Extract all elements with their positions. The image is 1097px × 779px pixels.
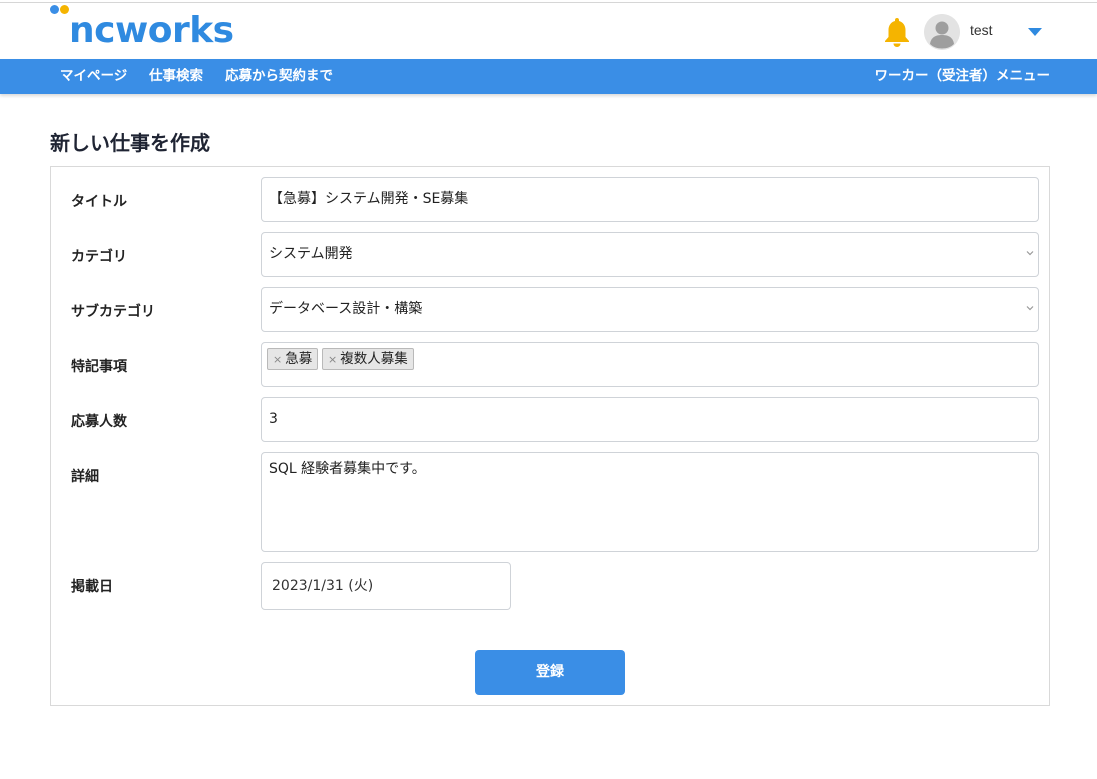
title-input[interactable]: 【急募】システム開発・SE募集	[261, 177, 1039, 222]
remove-tag-icon[interactable]: ×	[328, 353, 337, 366]
chevron-down-icon	[1026, 251, 1034, 256]
category-label: カテゴリ	[71, 249, 127, 265]
subcategory-select-value: データベース設計・構築	[269, 301, 423, 317]
publish-date-value: 2023/1/31 (火)	[272, 578, 374, 594]
navbar: マイページ 仕事検索 応募から契約まで ワーカー（受注者）メニュー	[0, 59, 1097, 94]
header: ncworks test	[0, 3, 1097, 59]
notes-label: 特記事項	[71, 359, 127, 375]
applicants-label: 応募人数	[71, 414, 127, 430]
user-name[interactable]: test	[970, 22, 993, 38]
tag-label: 複数人募集	[340, 351, 408, 367]
logo-text: ncworks	[69, 10, 234, 51]
logo-dot-yellow	[60, 5, 69, 14]
category-select[interactable]: システム開発	[261, 232, 1039, 277]
nav-item-mypage[interactable]: マイページ	[60, 59, 127, 94]
applicants-input-value: 3	[269, 411, 278, 427]
title-label: タイトル	[71, 194, 127, 210]
logo-dot-blue	[50, 5, 59, 14]
notes-tag-input[interactable]: × 急募 × 複数人募集	[261, 342, 1039, 387]
page-title: 新しい仕事を作成	[50, 131, 210, 155]
remove-tag-icon[interactable]: ×	[273, 353, 282, 366]
user-avatar-icon[interactable]	[924, 14, 960, 50]
detail-label: 詳細	[71, 469, 99, 485]
caret-down-icon[interactable]	[1028, 28, 1042, 36]
publish-date-input[interactable]: 2023/1/31 (火)	[261, 562, 511, 610]
title-input-value: 【急募】システム開発・SE募集	[269, 191, 469, 207]
tag-label: 急募	[285, 351, 313, 367]
subcategory-label: サブカテゴリ	[71, 304, 155, 320]
applicants-input[interactable]: 3	[261, 397, 1039, 442]
nav-worker-menu[interactable]: ワーカー（受注者）メニュー	[875, 59, 1051, 94]
tag-multiple: × 複数人募集	[322, 348, 414, 370]
bell-icon[interactable]	[883, 16, 911, 48]
category-select-value: システム開発	[269, 246, 353, 262]
detail-textarea-value: SQL 経験者募集中です。	[269, 461, 426, 477]
nav-item-apply-to-contract[interactable]: 応募から契約まで	[225, 59, 333, 94]
publish-date-label: 掲載日	[71, 579, 113, 595]
tag-urgent: × 急募	[267, 348, 319, 370]
detail-textarea[interactable]: SQL 経験者募集中です。	[261, 452, 1039, 552]
submit-button[interactable]: 登録	[475, 650, 625, 695]
job-form: タイトル 【急募】システム開発・SE募集 カテゴリ システム開発 サブカテゴリ …	[50, 166, 1050, 706]
chevron-down-icon	[1026, 306, 1034, 311]
nav-item-job-search[interactable]: 仕事検索	[149, 59, 203, 94]
subcategory-select[interactable]: データベース設計・構築	[261, 287, 1039, 332]
